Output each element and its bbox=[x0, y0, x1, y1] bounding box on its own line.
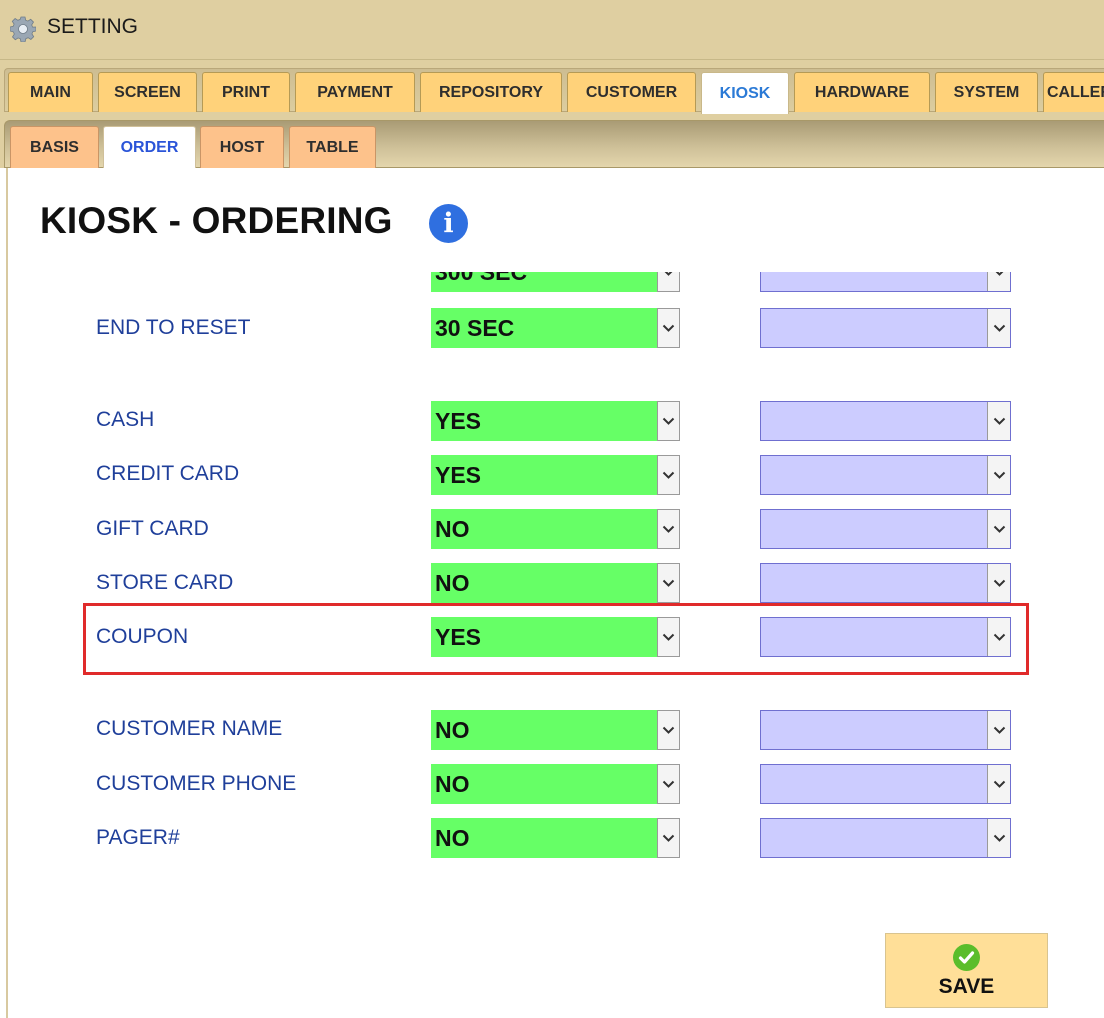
select-value bbox=[761, 819, 987, 857]
select-value bbox=[761, 564, 987, 602]
chevron-down-icon bbox=[987, 272, 1010, 291]
tab-screen[interactable]: SCREEN bbox=[98, 72, 197, 112]
label-store-card: STORE CARD bbox=[96, 571, 234, 594]
chevron-down-icon bbox=[987, 564, 1010, 602]
chevron-down-icon bbox=[657, 272, 680, 292]
gear-icon bbox=[10, 16, 36, 42]
select-value: YES bbox=[431, 617, 657, 657]
coupon-select[interactable]: YES bbox=[431, 617, 680, 657]
credit-card-select[interactable]: YES bbox=[431, 455, 680, 495]
chevron-down-icon bbox=[987, 402, 1010, 440]
store-card-select[interactable]: NO bbox=[431, 563, 680, 603]
tab-system[interactable]: SYSTEM bbox=[935, 72, 1038, 112]
store-card-alt-select[interactable] bbox=[760, 563, 1011, 603]
select-value bbox=[761, 765, 987, 803]
chevron-down-icon bbox=[657, 617, 680, 657]
select-value: NO bbox=[431, 818, 657, 858]
chevron-down-icon bbox=[657, 710, 680, 750]
save-label: SAVE bbox=[938, 975, 995, 998]
subtab-host[interactable]: HOST bbox=[200, 126, 284, 168]
gift-card-alt-select[interactable] bbox=[760, 509, 1011, 549]
cash-select[interactable]: YES bbox=[431, 401, 680, 441]
label-customer-phone: CUSTOMER PHONE bbox=[96, 772, 297, 795]
tab-caller[interactable]: CALLER bbox=[1043, 72, 1104, 112]
select-value bbox=[761, 402, 987, 440]
end-to-reset-alt-select[interactable] bbox=[760, 308, 1011, 348]
app-title: SETTING bbox=[47, 15, 139, 38]
chevron-down-icon bbox=[987, 309, 1010, 347]
cash-alt-select[interactable] bbox=[760, 401, 1011, 441]
chevron-down-icon bbox=[657, 455, 680, 495]
coupon-alt-select[interactable] bbox=[760, 617, 1011, 657]
label-coupon: COUPON bbox=[96, 625, 189, 648]
select-value bbox=[761, 456, 987, 494]
customer-phone-select[interactable]: NO bbox=[431, 764, 680, 804]
select-value: YES bbox=[431, 455, 657, 495]
page-title: KIOSK - ORDERING bbox=[40, 200, 393, 241]
scrolled-row-clip: 300 SEC bbox=[0, 272, 1104, 296]
chevron-down-icon bbox=[657, 563, 680, 603]
customer-name-select[interactable]: NO bbox=[431, 710, 680, 750]
end-to-reset-select[interactable]: 30 SEC bbox=[431, 308, 680, 348]
credit-card-alt-select[interactable] bbox=[760, 455, 1011, 495]
main-tab-bar: MAIN SCREEN PRINT PAYMENT REPOSITORY CUS… bbox=[0, 60, 1104, 116]
chevron-down-icon bbox=[987, 618, 1010, 656]
info-icon[interactable]: i bbox=[429, 204, 468, 243]
subtab-order[interactable]: ORDER bbox=[103, 126, 196, 168]
chevron-down-icon bbox=[657, 308, 680, 348]
chevron-down-icon bbox=[987, 819, 1010, 857]
select-value: NO bbox=[431, 563, 657, 603]
subtab-table[interactable]: TABLE bbox=[289, 126, 376, 168]
label-customer-name: CUSTOMER NAME bbox=[96, 717, 283, 740]
pager-alt-select[interactable] bbox=[760, 818, 1011, 858]
tab-kiosk[interactable]: KIOSK bbox=[701, 72, 789, 114]
pager-select[interactable]: NO bbox=[431, 818, 680, 858]
tab-hardware[interactable]: HARDWARE bbox=[794, 72, 930, 112]
tab-repository[interactable]: REPOSITORY bbox=[420, 72, 562, 112]
customer-name-alt-select[interactable] bbox=[760, 710, 1011, 750]
gift-card-select[interactable]: NO bbox=[431, 509, 680, 549]
select-value: NO bbox=[431, 764, 657, 804]
chevron-down-icon bbox=[987, 765, 1010, 803]
select-value bbox=[761, 309, 987, 347]
customer-phone-alt-select[interactable] bbox=[760, 764, 1011, 804]
select-value bbox=[761, 272, 987, 291]
tab-print[interactable]: PRINT bbox=[202, 72, 290, 112]
label-cash: CASH bbox=[96, 408, 155, 431]
label-pager: PAGER# bbox=[96, 826, 180, 849]
chevron-down-icon bbox=[987, 456, 1010, 494]
chevron-down-icon bbox=[657, 509, 680, 549]
title-bar: SETTING bbox=[0, 0, 1104, 60]
select-value: NO bbox=[431, 509, 657, 549]
label-credit-card: CREDIT CARD bbox=[96, 462, 240, 485]
chevron-down-icon bbox=[987, 711, 1010, 749]
select-value: 300 SEC bbox=[431, 272, 657, 292]
tab-payment[interactable]: PAYMENT bbox=[295, 72, 415, 112]
tab-main[interactable]: MAIN bbox=[8, 72, 93, 112]
chevron-down-icon bbox=[987, 510, 1010, 548]
select-value bbox=[761, 711, 987, 749]
chevron-down-icon bbox=[657, 818, 680, 858]
subtab-basis[interactable]: BASIS bbox=[10, 126, 99, 168]
tab-customer[interactable]: CUSTOMER bbox=[567, 72, 696, 112]
row-0-alt-select[interactable] bbox=[760, 272, 1011, 292]
label-gift-card: GIFT CARD bbox=[96, 517, 209, 540]
select-value: YES bbox=[431, 401, 657, 441]
chevron-down-icon bbox=[657, 764, 680, 804]
row-0-select[interactable]: 300 SEC bbox=[431, 272, 680, 292]
select-value: NO bbox=[431, 710, 657, 750]
select-value: 30 SEC bbox=[431, 308, 657, 348]
chevron-down-icon bbox=[657, 401, 680, 441]
save-button[interactable]: SAVE bbox=[885, 933, 1048, 1008]
check-circle-icon bbox=[953, 944, 980, 971]
sub-tab-bar: BASIS ORDER HOST TABLE bbox=[0, 116, 1104, 168]
select-value bbox=[761, 618, 987, 656]
label-end-to-reset: END TO RESET bbox=[96, 316, 251, 339]
select-value bbox=[761, 510, 987, 548]
